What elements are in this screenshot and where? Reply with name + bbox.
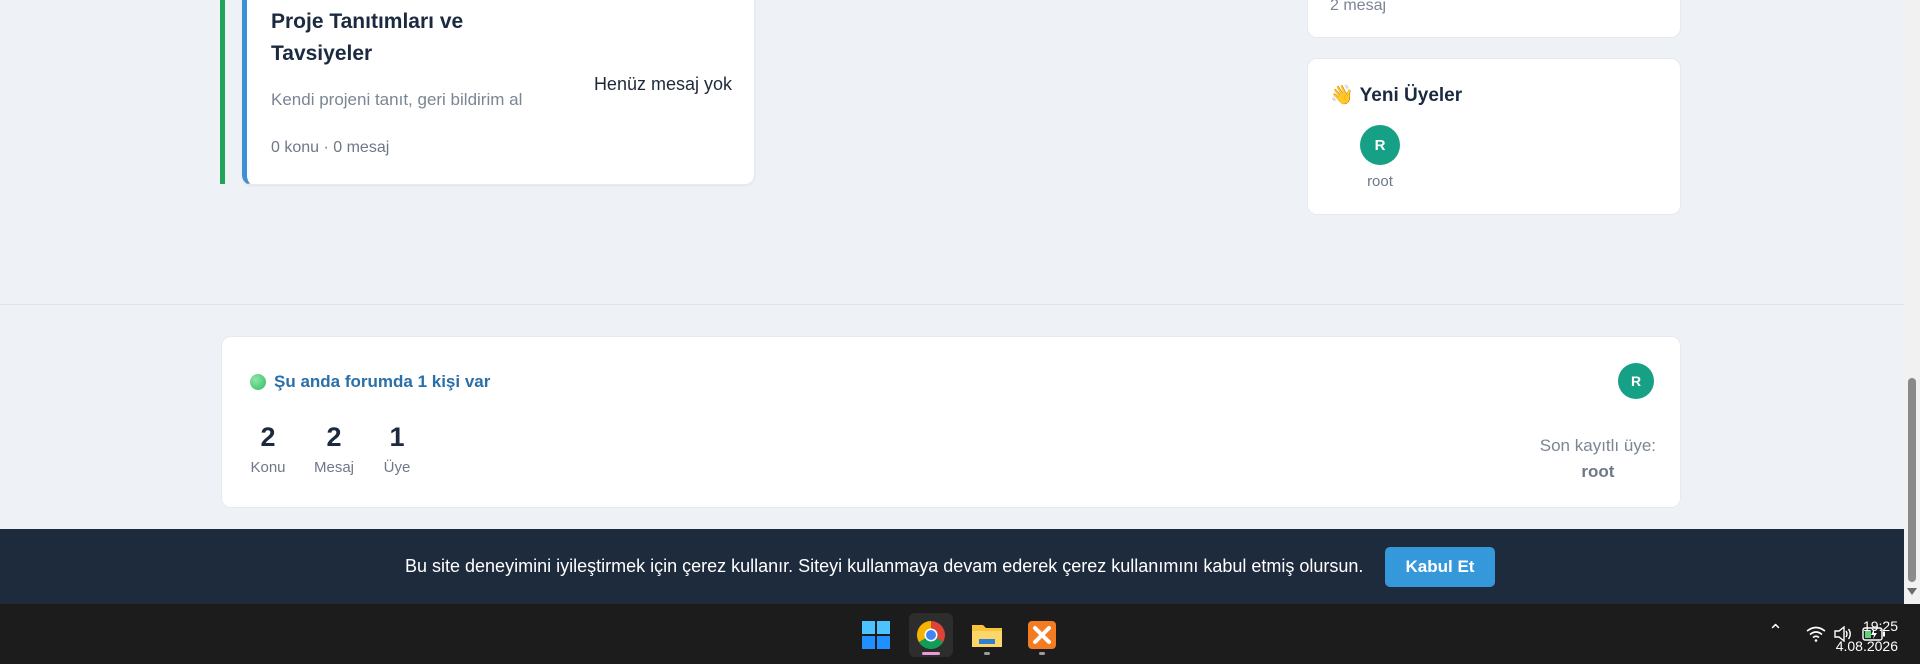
last-member-label: Son kayıtlı üye: bbox=[1539, 436, 1656, 455]
xampp-taskbar-button[interactable] bbox=[1020, 613, 1064, 657]
browser-viewport: Proje Tanıtımları ve Tavsiyeler Kendi pr… bbox=[0, 0, 1904, 604]
scrollbar-thumb[interactable] bbox=[1908, 378, 1916, 582]
page-scrollbar[interactable] bbox=[1904, 0, 1920, 604]
wifi-icon[interactable] bbox=[1806, 626, 1826, 642]
cookie-banner: Bu site deneyimini iyileştirmek için çer… bbox=[0, 529, 1904, 604]
sidebar-card-text: 2 mesaj bbox=[1330, 0, 1387, 14]
taskbar: ⌃ 19:25 4.08.2026 bbox=[0, 604, 1920, 664]
windows-start-button[interactable] bbox=[854, 613, 898, 657]
cookie-text: Bu site deneyimini iyileştirmek için çer… bbox=[405, 556, 1364, 576]
file-explorer-taskbar-button[interactable] bbox=[965, 613, 1009, 657]
chrome-icon bbox=[917, 621, 945, 649]
online-title: Şu anda forumda 1 kişi var bbox=[250, 372, 490, 392]
active-indicator bbox=[922, 652, 940, 655]
stat-topics: 2 Konu bbox=[248, 422, 288, 476]
last-registered-member: Son kayıtlı üye: root bbox=[1540, 433, 1656, 485]
system-tray: ⌃ 19:25 4.08.2026 bbox=[1500, 604, 1920, 664]
forum-card[interactable]: Proje Tanıtımları ve Tavsiyeler Kendi pr… bbox=[242, 0, 755, 185]
chevron-up-icon[interactable]: ⌃ bbox=[1768, 621, 1783, 642]
clock-date: 4.08.2026 bbox=[1835, 638, 1898, 654]
avatar[interactable]: R bbox=[1618, 363, 1654, 399]
footer-divider bbox=[0, 304, 1904, 305]
chrome-taskbar-button[interactable] bbox=[909, 613, 953, 657]
online-title-text: Şu anda forumda 1 kişi var bbox=[274, 372, 491, 391]
member-name[interactable]: root bbox=[1350, 173, 1410, 190]
category-color-bar bbox=[220, 0, 225, 184]
stat-value: 2 bbox=[260, 422, 276, 452]
running-indicator bbox=[984, 652, 990, 655]
clock[interactable]: 19:25 4.08.2026 bbox=[1836, 616, 1898, 656]
new-members-card: 👋 Yeni Üyeler R root bbox=[1307, 58, 1681, 215]
sidebar-card: 2 mesaj bbox=[1307, 0, 1681, 38]
stat-members: 1 Üye bbox=[380, 422, 414, 476]
accept-cookies-button[interactable]: Kabul Et bbox=[1385, 547, 1495, 587]
stat-value: 1 bbox=[389, 422, 405, 452]
stat-label: Üye bbox=[383, 459, 411, 476]
waving-hand-icon: 👋 bbox=[1330, 85, 1354, 106]
forum-stats: 0 konu · 0 mesaj bbox=[271, 139, 390, 156]
folder-icon bbox=[972, 625, 1002, 647]
new-members-title: 👋 Yeni Üyeler bbox=[1330, 83, 1462, 107]
avatar[interactable]: R bbox=[1360, 125, 1400, 165]
stat-label: Mesaj bbox=[313, 459, 354, 476]
running-indicator bbox=[1039, 652, 1045, 655]
forum-title[interactable]: Proje Tanıtımları ve Tavsiyeler bbox=[271, 6, 521, 70]
online-users-card: Şu anda forumda 1 kişi var 2 Konu 2 Mesa… bbox=[221, 336, 1681, 508]
stat-value: 2 bbox=[326, 422, 342, 452]
online-status-icon bbox=[250, 374, 266, 390]
stat-label: Konu bbox=[250, 459, 286, 476]
scroll-down-arrow-icon[interactable] bbox=[1907, 588, 1917, 595]
clock-time: 19:25 bbox=[1862, 618, 1898, 634]
windows-logo-icon bbox=[862, 621, 890, 649]
stat-messages: 2 Mesaj bbox=[311, 422, 357, 476]
forum-last-message: Henüz mesaj yok bbox=[593, 74, 732, 94]
new-members-title-text: Yeni Üyeler bbox=[1359, 85, 1463, 106]
forum-description: Kendi projeni tanıt, geri bildirim al bbox=[271, 90, 523, 109]
last-member-name[interactable]: root bbox=[1540, 459, 1656, 485]
xampp-icon bbox=[1028, 621, 1056, 649]
